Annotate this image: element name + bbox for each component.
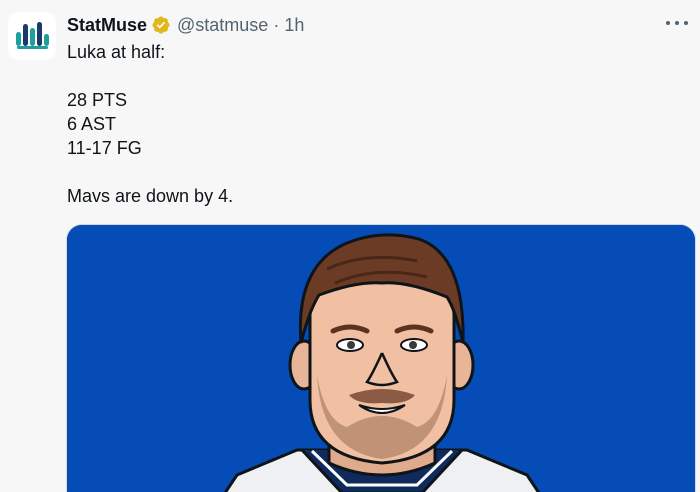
tweet-text: Luka at half: 28 PTS 6 AST 11-17 FG Mavs… (67, 40, 233, 208)
tweet-line: Mavs are down by 4. (67, 186, 234, 206)
tweet-line: Luka at half: (67, 42, 166, 62)
statmuse-logo-icon (16, 22, 49, 49)
tweet[interactable]: StatMuse @statmuse · 1h Luka at half: 28… (0, 0, 700, 492)
timestamp[interactable]: 1h (284, 15, 304, 36)
separator-dot: · (273, 14, 280, 35)
more-dot (684, 21, 688, 25)
handle[interactable]: @statmuse (177, 15, 268, 36)
more-dot (666, 21, 670, 25)
more-options-icon[interactable] (666, 15, 688, 31)
verified-badge-icon[interactable] (151, 15, 171, 35)
tweet-header: StatMuse @statmuse · 1h (67, 13, 304, 37)
tweet-line: 6 AST (67, 114, 117, 134)
tweet-media-image[interactable] (66, 224, 696, 492)
avatar[interactable] (8, 12, 56, 60)
display-name[interactable]: StatMuse (67, 15, 147, 36)
player-illustration (67, 225, 695, 492)
tweet-line: 11-17 FG (67, 138, 142, 158)
more-dot (675, 21, 679, 25)
tweet-line: 28 PTS (67, 90, 128, 110)
